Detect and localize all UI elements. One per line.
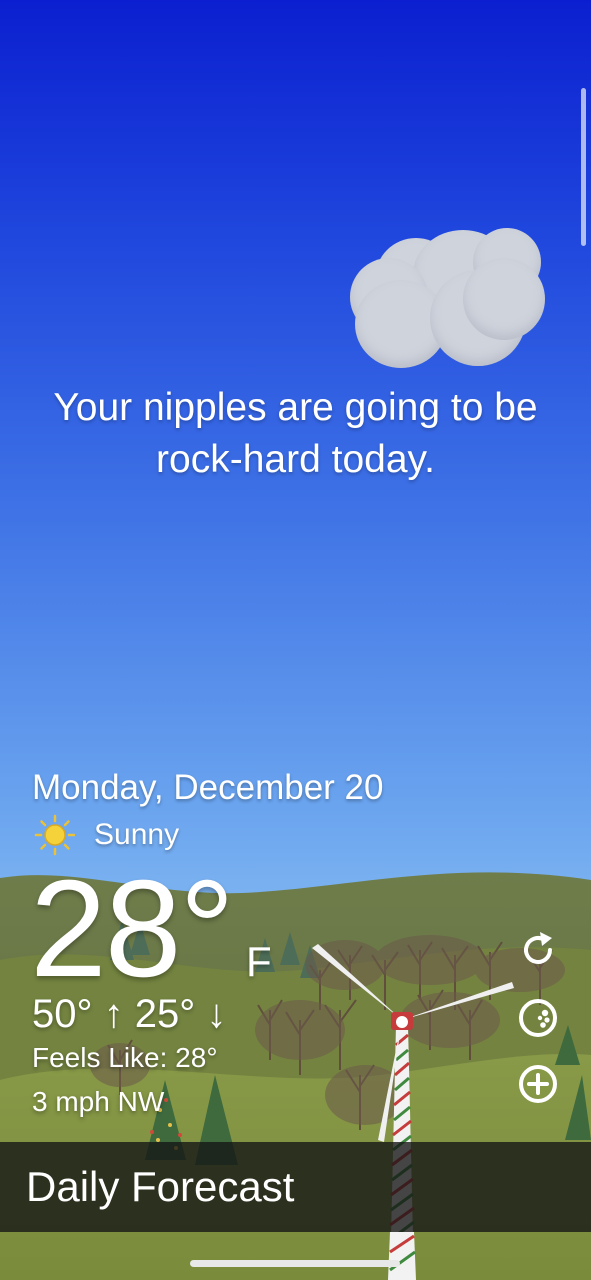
add-location-button[interactable] [516, 1062, 560, 1106]
date-label: Monday, December 20 [32, 768, 384, 807]
add-icon [519, 1065, 557, 1103]
home-indicator[interactable] [190, 1260, 400, 1267]
nut-icon [519, 999, 557, 1037]
scrollbar[interactable] [581, 88, 586, 246]
condition-label: Sunny [94, 818, 180, 851]
daily-forecast-label: Daily Forecast [26, 1163, 295, 1210]
windmill-base [388, 1232, 416, 1280]
condition-row: Sunny [34, 814, 180, 856]
refresh-button[interactable] [516, 928, 560, 972]
weather-screen: Your nipples are going to be rock-hard t… [0, 0, 591, 1280]
temperature-unit[interactable]: F [246, 938, 272, 986]
nut-button[interactable] [516, 996, 560, 1040]
current-temperature: 28° [30, 852, 235, 1006]
refresh-icon [524, 932, 552, 964]
weather-message: Your nipples are going to be rock-hard t… [53, 386, 538, 481]
sun-icon [34, 814, 76, 856]
feels-like-label: Feels Like: 28° [32, 1042, 218, 1073]
daily-forecast-bar[interactable]: Daily Forecast [0, 1142, 591, 1232]
wind-label: 3 mph NW [32, 1086, 165, 1117]
high-low-temperature: 50° ↑ 25° ↓ [32, 992, 227, 1036]
cloud-illustration [345, 228, 550, 373]
